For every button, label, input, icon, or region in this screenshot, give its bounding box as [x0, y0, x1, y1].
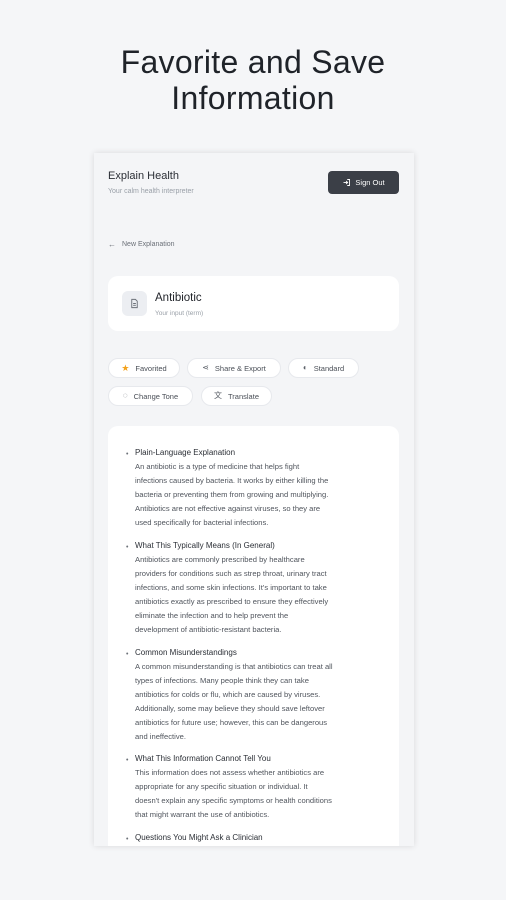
change-tone-button[interactable]: ◌ Change Tone	[108, 386, 193, 406]
body-line: infections, and some skin infections. It…	[135, 583, 327, 592]
section-heading: What This Typically Means (In General)	[135, 541, 275, 550]
body-line: antibiotics for colds or flu, which are …	[135, 690, 321, 699]
hero-title: Favorite and Save Information	[0, 44, 506, 116]
body-line: Antibiotics are commonly prescribed by h…	[135, 555, 305, 564]
body-line: types of infections. Many people think t…	[135, 676, 309, 685]
section-bullet: •	[126, 651, 129, 658]
section-bullet: •	[126, 836, 129, 843]
term-card: Antibiotic Your input (term)	[108, 276, 399, 331]
body-line: that might warrant the use of antibiotic…	[135, 810, 270, 819]
app-screen: Explain Health Your calm health interpre…	[94, 153, 414, 846]
share-export-label: Share & Export	[214, 363, 266, 373]
section-bullet: •	[126, 757, 129, 764]
section-body: An antibiotic is a type of medicine that…	[135, 460, 380, 530]
body-line: appropriate for any specific situation o…	[135, 782, 308, 791]
body-line: Additionally, some may believe they shou…	[135, 704, 325, 713]
body-line: This information does not assess whether…	[135, 768, 325, 777]
explanation-card: • Plain-Language Explanation An antibiot…	[108, 426, 399, 846]
body-line: infections caused by bacteria. It works …	[135, 476, 329, 485]
favorited-button[interactable]: ★ Favorited	[108, 358, 180, 378]
new-explanation-link[interactable]: ← New Explanation	[108, 240, 175, 249]
star-icon: ★	[121, 362, 130, 373]
body-line: bacteria or preventing them from growing…	[135, 490, 329, 499]
share-icon: ⋖	[202, 363, 209, 372]
body-line: development of antibiotic-resistant bact…	[135, 625, 282, 634]
section-body: This information does not assess whether…	[135, 766, 380, 822]
translate-label: Translate	[228, 391, 259, 401]
section-body: A common misunderstanding is that antibi…	[135, 660, 380, 744]
body-line: doesn't explain any specific symptoms or…	[135, 796, 332, 805]
standard-button[interactable]: ◐ Standard	[288, 358, 359, 378]
hero-line-1: Favorite and Save	[120, 44, 386, 80]
palette-icon: ◌	[122, 391, 128, 400]
back-arrow-icon: ←	[108, 240, 116, 249]
section-heading: Plain-Language Explanation	[135, 448, 236, 457]
translate-button[interactable]: 文 Translate	[201, 386, 272, 406]
body-line: antibiotics exactly as prescribed to ens…	[135, 597, 329, 606]
body-line: A common misunderstanding is that antibi…	[135, 662, 333, 671]
app-header: Explain Health Your calm health interpre…	[94, 153, 414, 213]
change-tone-label: Change Tone	[133, 391, 179, 401]
tone-level-icon: ◐	[302, 363, 308, 372]
document-icon	[122, 291, 147, 316]
body-line: An antibiotic is a type of medicine that…	[135, 462, 300, 471]
body-line: and ineffective.	[135, 732, 186, 741]
section-heading: What This Information Cannot Tell You	[135, 754, 271, 763]
hero-line-2: Information	[171, 80, 335, 116]
new-explanation-label: New Explanation	[122, 241, 175, 248]
body-line: used specifically for bacterial infectio…	[135, 518, 269, 527]
sign-out-button[interactable]: Sign Out	[328, 171, 399, 194]
translate-icon: 文	[214, 391, 222, 400]
favorited-label: Favorited	[135, 363, 167, 373]
section-heading: Questions You Might Ask a Clinician	[135, 833, 263, 842]
sign-out-icon	[343, 179, 351, 186]
app-title: Explain Health	[108, 170, 179, 182]
app-subtitle: Your calm health interpreter	[108, 188, 194, 195]
section-bullet: •	[126, 544, 129, 551]
section-body: Antibiotics are commonly prescribed by h…	[135, 553, 380, 637]
body-line: Antibiotics are not effective against vi…	[135, 504, 321, 513]
term-subtitle: Your input (term)	[155, 310, 204, 317]
body-line: eliminate the infection and to help prev…	[135, 611, 289, 620]
sign-out-label: Sign Out	[355, 178, 385, 187]
share-export-button[interactable]: ⋖ Share & Export	[187, 358, 281, 378]
body-line: antibiotics for future use; however, thi…	[135, 718, 328, 727]
section-bullet: •	[126, 451, 129, 458]
body-line: providers for conditions such as strep t…	[135, 569, 327, 578]
standard-label: Standard	[313, 363, 345, 373]
term-title: Antibiotic	[155, 292, 202, 304]
section-heading: Common Misunderstandings	[135, 648, 237, 657]
